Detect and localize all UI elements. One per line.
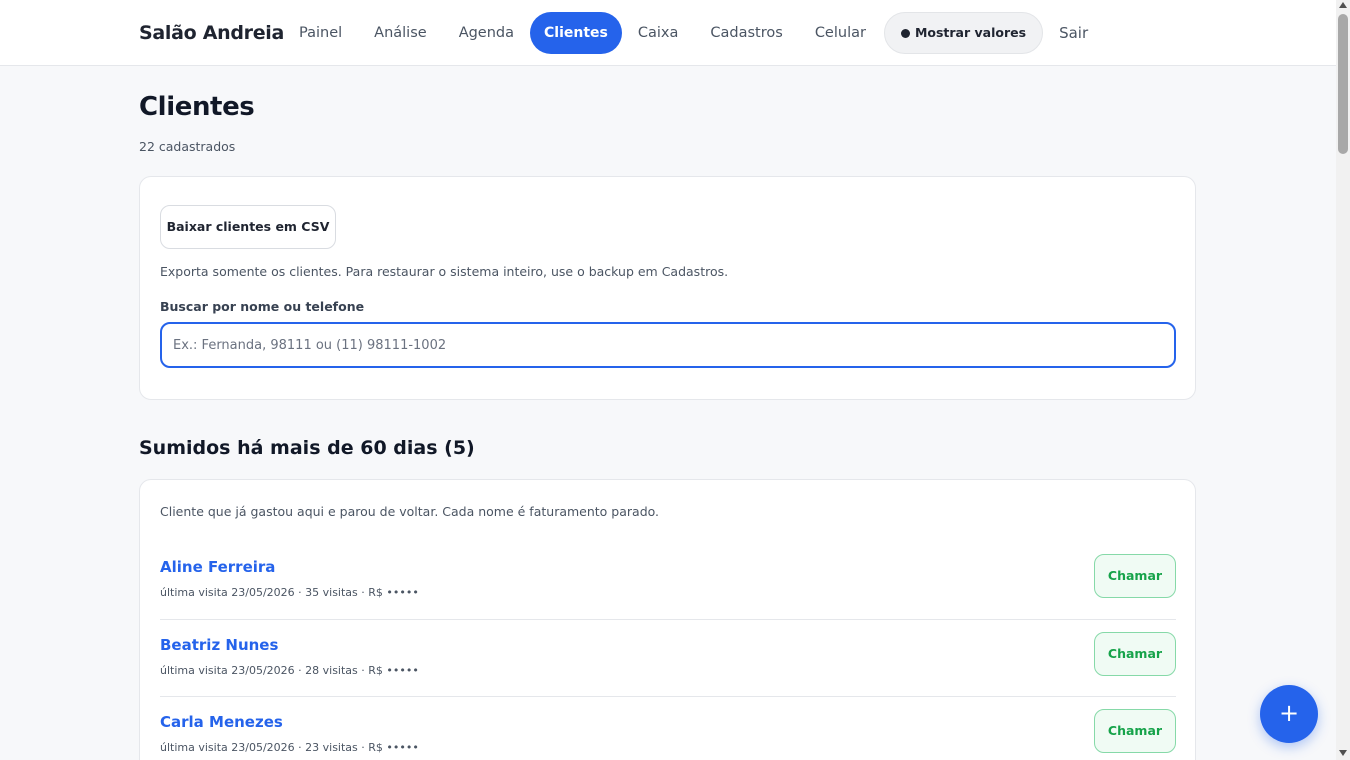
main-nav: Painel Análise Agenda Clientes Caixa Cad… (283, 12, 1104, 54)
nav-caixa[interactable]: Caixa (622, 12, 695, 54)
scroll-thumb[interactable] (1338, 14, 1348, 154)
show-values-label: Mostrar valores (914, 25, 1027, 40)
inactive-section-title: Sumidos há mais de 60 dias (5) (139, 437, 475, 459)
nav-painel[interactable]: Painel (283, 12, 358, 54)
download-csv-button[interactable]: Baixar clientes em CSV (160, 205, 336, 249)
client-meta: última visita 23/05/2026 · 28 visitas · … (160, 663, 419, 677)
add-client-fab[interactable]: + (1260, 685, 1318, 743)
scroll-down-arrow-icon[interactable] (1339, 750, 1347, 756)
client-name-link[interactable]: Beatriz Nunes (160, 636, 278, 654)
client-row: Aline Ferreira última visita 23/05/2026 … (160, 542, 1176, 620)
client-meta: última visita 23/05/2026 · 35 visitas · … (160, 586, 419, 599)
eye-dot-icon (900, 28, 910, 38)
nav-cadastros[interactable]: Cadastros (694, 12, 798, 54)
inactive-note: Cliente que já gastou aqui e parou de vo… (160, 504, 660, 519)
nav-clientes[interactable]: Clientes (530, 12, 622, 54)
nav-celular[interactable]: Celular (799, 12, 882, 54)
brand-name[interactable]: Salão Andreia (139, 22, 284, 44)
nav-agenda[interactable]: Agenda (443, 12, 530, 54)
client-name-link[interactable]: Aline Ferreira (160, 558, 275, 576)
page-title: Clientes (139, 92, 255, 122)
call-client-button[interactable]: Chamar (1094, 554, 1176, 598)
nav-analise[interactable]: Análise (358, 12, 443, 54)
search-label: Buscar por nome ou telefone (160, 299, 365, 314)
client-name-link[interactable]: Carla Menezes (160, 713, 283, 731)
nav-sair[interactable]: Sair (1043, 12, 1104, 54)
export-note: Exporta somente os clientes. Para restau… (160, 264, 729, 279)
client-count: 22 cadastrados (139, 139, 236, 154)
show-values-toggle[interactable]: Mostrar valores (883, 12, 1044, 54)
scroll-up-arrow-icon[interactable] (1339, 2, 1347, 8)
inactive-clients-card: Cliente que já gastou aqui e parou de vo… (139, 479, 1196, 760)
call-client-button[interactable]: Chamar (1094, 709, 1176, 753)
search-input[interactable] (160, 322, 1176, 368)
client-row: Carla Menezes última visita 23/05/2026 ·… (160, 697, 1176, 760)
call-client-button[interactable]: Chamar (1094, 631, 1176, 676)
top-navbar: Salão Andreia Painel Análise Agenda Clie… (0, 0, 1336, 66)
client-row: Beatriz Nunes última visita 23/05/2026 ·… (160, 620, 1176, 697)
page-scrollbar[interactable] (1336, 0, 1350, 760)
export-search-card: Baixar clientes em CSV Exporta somente o… (139, 176, 1196, 400)
inactive-client-list: Aline Ferreira última visita 23/05/2026 … (160, 542, 1176, 760)
client-meta: última visita 23/05/2026 · 23 visitas · … (160, 741, 419, 754)
